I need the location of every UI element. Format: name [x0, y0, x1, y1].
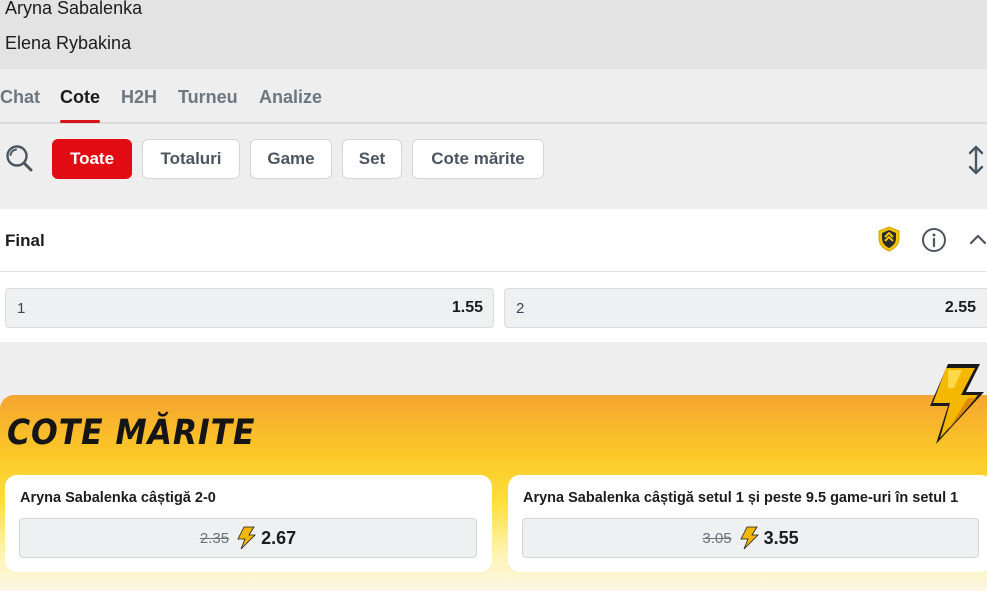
boosted-card: Aryna Sabalenka câștigă setul 1 și peste… — [508, 475, 987, 572]
tab-cote[interactable]: Cote — [60, 87, 100, 108]
odd-button-1[interactable]: 1 1.55 — [5, 288, 494, 328]
filter-set-button[interactable]: Set — [342, 139, 402, 179]
boosted-odd: 2.67 — [261, 527, 297, 548]
boosted-odd-button[interactable]: 3.05 3.55 — [522, 518, 979, 558]
market-filters: Toate Totaluri Game Set Cote mărite — [0, 124, 987, 194]
match-tabs: Chat Cote H2H Turneu Analize — [0, 69, 987, 124]
search-icon[interactable] — [5, 144, 33, 172]
selection-label: 2 — [516, 300, 525, 317]
lightning-bolt-icon — [930, 364, 984, 444]
market-title: Final — [5, 231, 45, 250]
lightning-bolt-icon — [739, 526, 759, 550]
boost-shield-icon[interactable] — [877, 226, 901, 252]
odd-button-2[interactable]: 2 2.55 — [504, 288, 987, 328]
chevron-up-icon[interactable] — [968, 231, 987, 247]
sort-arrows-icon[interactable] — [966, 144, 986, 176]
filter-totaluri-button[interactable]: Totaluri — [142, 139, 240, 179]
tab-analize[interactable]: Analize — [259, 87, 322, 108]
old-odd: 3.05 — [702, 529, 732, 547]
filter-cote-marite-button[interactable]: Cote mărite — [412, 139, 544, 179]
tab-h2h[interactable]: H2H — [121, 87, 157, 108]
player-1-name: Aryna Sabalenka — [5, 0, 143, 18]
boosted-card: Aryna Sabalenka câștigă 2-0 2.35 2.67 — [5, 475, 492, 572]
tab-turneu[interactable]: Turneu — [178, 87, 238, 108]
market-final: Final 1 1.55 2 2.55 — [0, 209, 987, 342]
boosted-odd: 3.55 — [763, 527, 799, 548]
divider — [0, 271, 987, 272]
boosted-odds-title: COTE MĂRITE — [7, 413, 256, 453]
selection-odd: 2.55 — [944, 299, 976, 316]
selection-odd: 1.55 — [451, 299, 483, 316]
match-header: Aryna Sabalenka Elena Rybakina — [0, 0, 987, 69]
boosted-card-title: Aryna Sabalenka câștigă 2-0 — [20, 490, 216, 506]
player-2-name: Elena Rybakina — [5, 33, 132, 53]
filter-game-button[interactable]: Game — [250, 139, 332, 179]
boosted-card-title: Aryna Sabalenka câștigă setul 1 și peste… — [523, 490, 959, 506]
filter-toate-button[interactable]: Toate — [52, 139, 132, 179]
old-odd: 2.35 — [199, 529, 230, 547]
selection-label: 1 — [17, 300, 26, 317]
boosted-odd-button[interactable]: 2.35 2.67 — [19, 518, 477, 558]
active-tab-indicator — [60, 120, 100, 123]
lightning-bolt-icon — [237, 526, 257, 550]
info-icon[interactable] — [921, 227, 947, 253]
tab-chat[interactable]: Chat — [0, 87, 40, 108]
